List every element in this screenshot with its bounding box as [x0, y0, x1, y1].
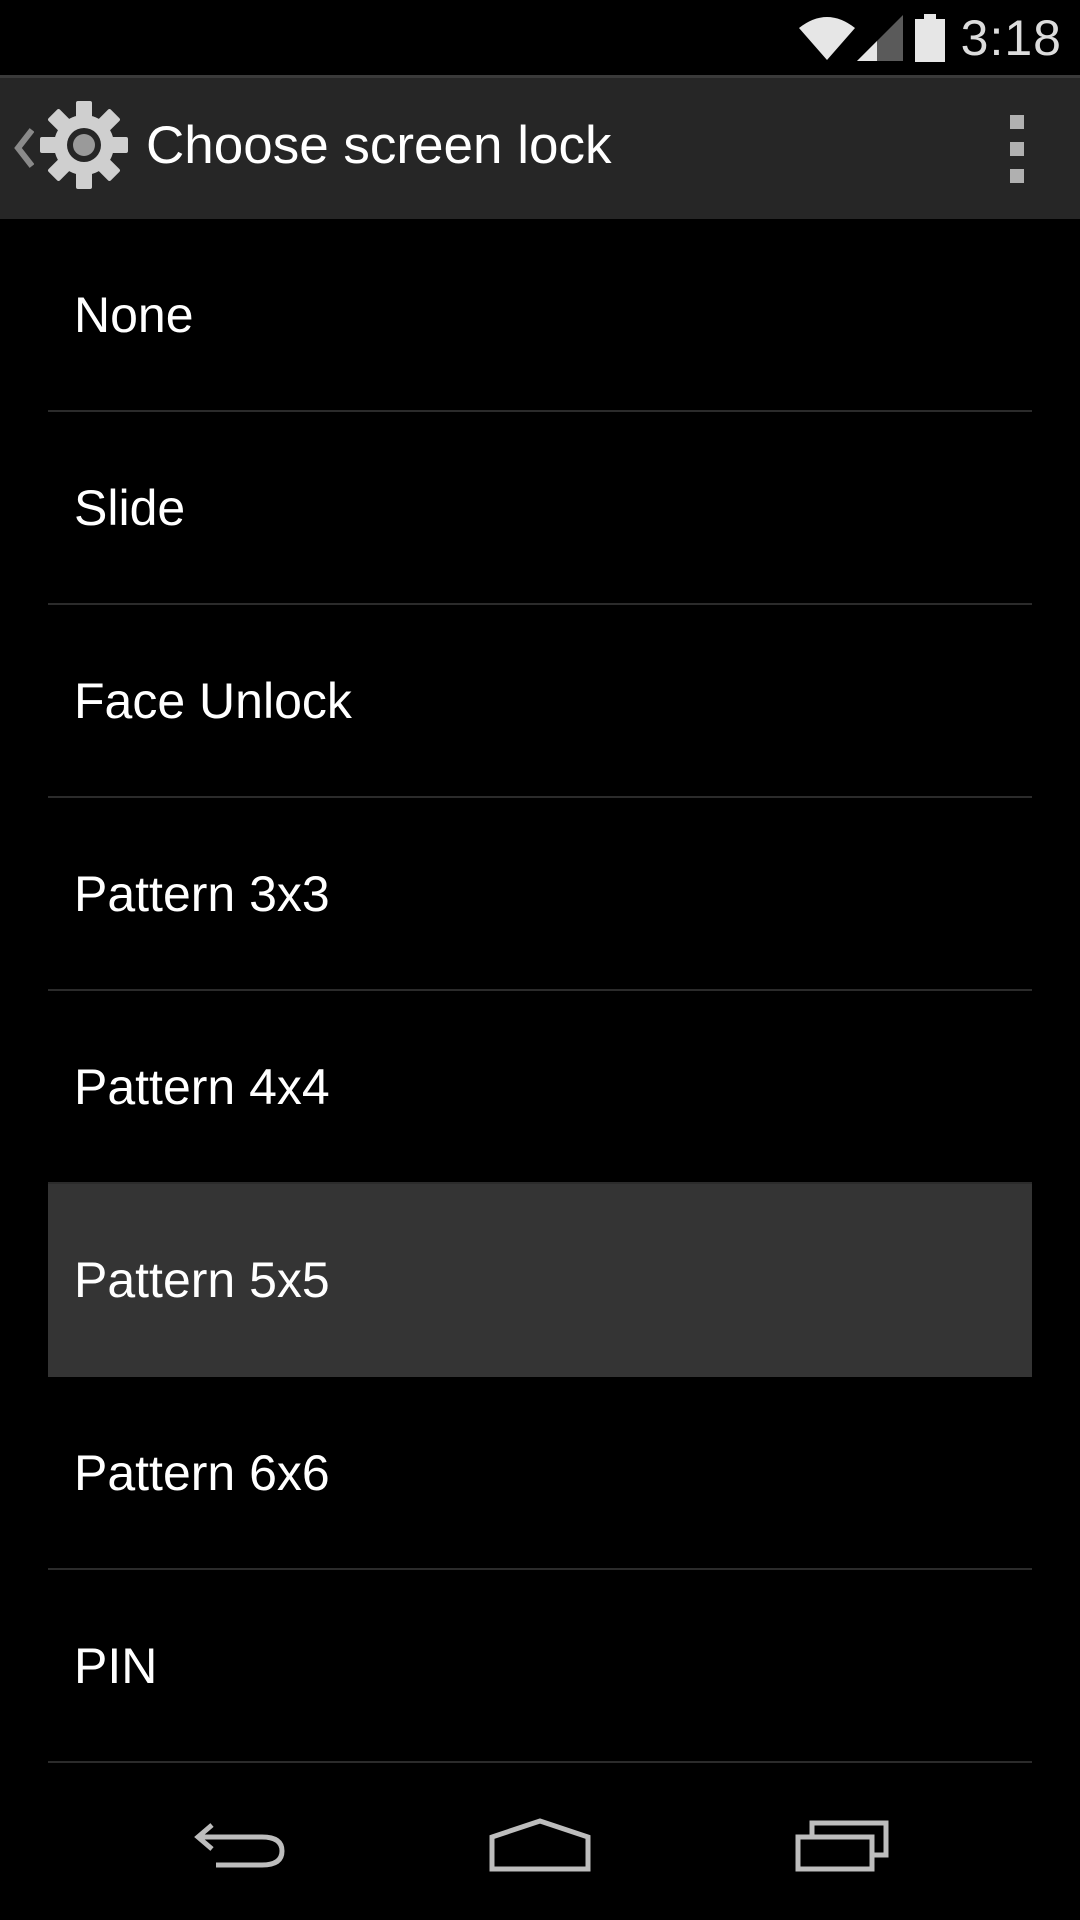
option-label: Slide [74, 479, 186, 536]
option-label: Pattern 5x5 [74, 1251, 330, 1308]
back-caret-icon [14, 128, 34, 168]
recent-apps-icon [795, 1820, 889, 1872]
signal-icon [856, 15, 903, 61]
settings-gear-icon [40, 101, 128, 189]
option-label: Face Unlock [74, 672, 352, 729]
option-label: Pattern 3x3 [74, 865, 330, 922]
system-navigation-bar [0, 1770, 1080, 1920]
option-pattern-3x3[interactable]: Pattern 3x3 [48, 798, 1032, 991]
home-button[interactable] [440, 1770, 640, 1920]
page-title: Choose screen lock [146, 116, 612, 175]
battery-icon [914, 14, 945, 62]
recent-apps-button[interactable] [742, 1770, 942, 1920]
up-navigation-button[interactable] [0, 78, 135, 219]
wifi-icon [798, 17, 855, 60]
back-button[interactable] [140, 1770, 340, 1920]
action-bar: Choose screen lock [0, 75, 1080, 219]
option-none[interactable]: None [48, 219, 1032, 412]
screen-lock-options-list: None Slide Face Unlock Pattern 3x3 Patte… [0, 219, 1080, 1763]
option-pin[interactable]: PIN [48, 1570, 1032, 1763]
home-icon [489, 1818, 591, 1872]
option-label: None [74, 286, 194, 343]
option-pattern-4x4[interactable]: Pattern 4x4 [48, 991, 1032, 1184]
option-slide[interactable]: Slide [48, 412, 1032, 605]
option-pattern-6x6[interactable]: Pattern 6x6 [48, 1377, 1032, 1570]
option-label: Pattern 4x4 [74, 1058, 330, 1115]
option-label: Pattern 6x6 [74, 1444, 330, 1501]
status-bar: 3:18 [0, 0, 1080, 75]
status-icons: 3:18 [798, 8, 1062, 68]
option-label: PIN [74, 1637, 158, 1694]
option-face-unlock[interactable]: Face Unlock [48, 605, 1032, 798]
overflow-menu-button[interactable] [990, 115, 1040, 183]
back-icon [194, 1823, 285, 1868]
clock: 3:18 [960, 10, 1062, 66]
option-pattern-5x5[interactable]: Pattern 5x5 [48, 1184, 1032, 1377]
